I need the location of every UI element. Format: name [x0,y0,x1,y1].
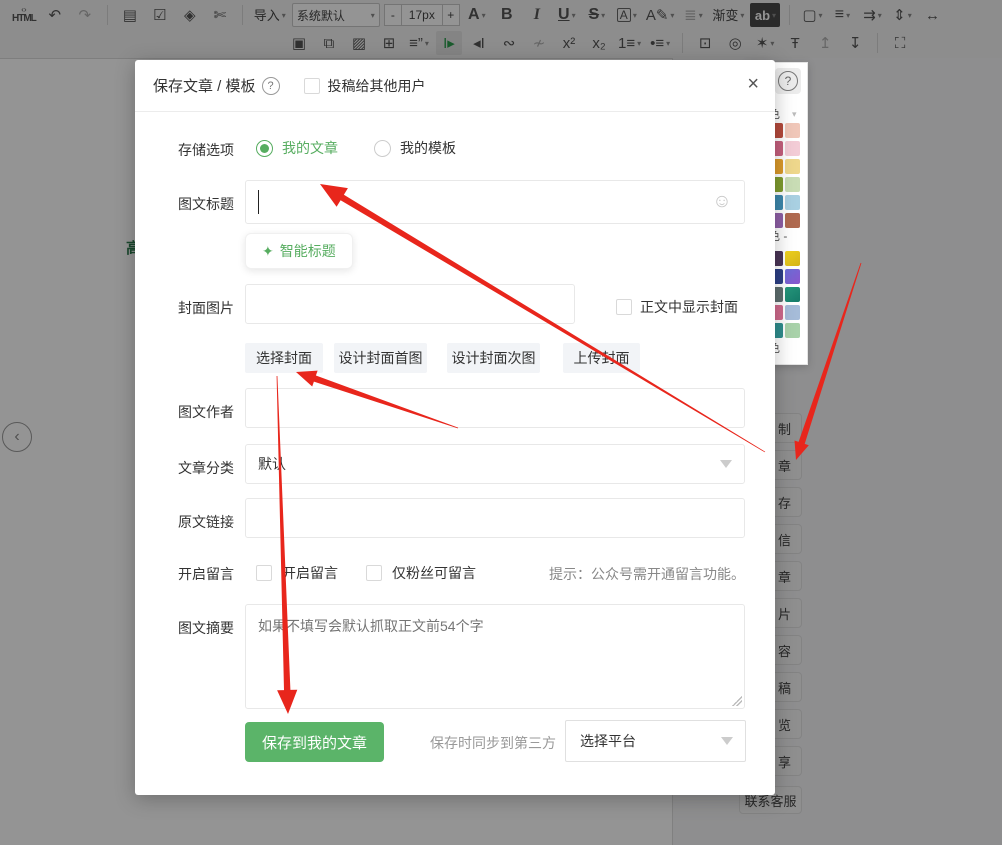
source-link-input[interactable] [245,498,745,538]
submit-to-others-checkbox[interactable] [304,78,320,94]
comments-tip-text: 提示：公众号需开通留言功能。 [549,564,745,584]
show-cover-label: 正文中显示封面 [640,297,738,317]
caret-down-icon [720,460,732,468]
close-icon[interactable]: × [747,74,759,94]
color-swatch[interactable] [785,141,800,156]
cover-image-label: 封面图片 [178,298,234,318]
question-mark-icon: ? [778,71,798,91]
source-link-label: 原文链接 [178,512,234,532]
author-label: 图文作者 [178,402,234,422]
show-cover-in-body-option[interactable]: 正文中显示封面 [616,297,738,317]
fans-only-comments-option[interactable]: 仅粉丝可留言 [366,563,476,583]
color-swatch[interactable] [785,159,800,174]
modal-header: 保存文章 / 模板 ? 投稿给其他用户 × [135,60,775,112]
color-swatch[interactable] [785,251,800,266]
color-swatch[interactable] [785,323,800,338]
choose-cover-button[interactable]: 选择封面 [245,343,323,373]
caret-down-icon [721,737,733,745]
resize-handle[interactable] [732,696,742,706]
radio-unselected-icon[interactable] [374,140,391,157]
smart-title-button[interactable]: ✦ 智能标题 [245,233,353,269]
enable-comments-option[interactable]: 开启留言 [256,563,338,583]
summary-label: 图文摘要 [178,618,234,638]
cover-image-input[interactable] [245,284,575,324]
radio-my-templates-label: 我的模板 [400,138,456,158]
summary-textarea-field[interactable] [246,605,744,708]
enable-comments-checkbox[interactable] [256,565,272,581]
article-title-label: 图文标题 [178,194,234,214]
summary-textarea[interactable] [245,604,745,709]
help-icon[interactable]: ? [262,77,280,95]
upload-cover-button[interactable]: 上传封面 [563,343,640,373]
design-cover-second-button[interactable]: 设计封面次图 [447,343,540,373]
color-swatch[interactable] [785,305,800,320]
storage-options-label: 存储选项 [178,140,234,160]
comments-label: 开启留言 [178,564,234,584]
emoji-smiley-icon[interactable]: ☺ [712,192,732,212]
category-select[interactable]: 默认 [245,444,745,484]
category-label: 文章分类 [178,458,234,478]
author-input[interactable] [245,388,745,428]
category-value: 默认 [258,454,286,474]
save-to-my-articles-button[interactable]: 保存到我的文章 [245,722,384,762]
radio-selected-icon[interactable] [256,140,273,157]
submit-to-others-label: 投稿给其他用户 [328,76,426,96]
modal-title: 保存文章 / 模板 [153,75,256,96]
color-swatch[interactable] [785,123,800,138]
sync-third-party-label: 保存时同步到第三方 [430,733,556,753]
color-swatch[interactable] [785,195,800,210]
radio-my-articles-label: 我的文章 [282,138,338,158]
fans-only-checkbox[interactable] [366,565,382,581]
platform-select-value: 选择平台 [580,731,636,751]
text-caret [258,190,259,214]
color-swatch[interactable] [785,213,800,228]
save-article-modal: 保存文章 / 模板 ? 投稿给其他用户 × 存储选项 我的文章 我的模板 图文标… [135,60,775,795]
magic-wand-icon: ✦ [262,243,274,260]
enable-comments-option-label: 开启留言 [282,563,338,583]
radio-my-articles[interactable]: 我的文章 [256,138,338,158]
platform-select[interactable]: 选择平台 [565,720,746,762]
color-swatch[interactable] [785,269,800,284]
design-cover-first-button[interactable]: 设计封面首图 [334,343,427,373]
radio-my-templates[interactable]: 我的模板 [374,138,456,158]
smart-title-label: 智能标题 [280,241,336,261]
caret-down-icon: ▾ [792,109,797,120]
color-swatch[interactable] [785,177,800,192]
panel-help-button[interactable]: ? [775,68,801,94]
fans-only-option-label: 仅粉丝可留言 [392,563,476,583]
show-cover-checkbox[interactable] [616,299,632,315]
article-title-input[interactable]: ☺ [245,180,745,224]
color-swatch[interactable] [785,287,800,302]
